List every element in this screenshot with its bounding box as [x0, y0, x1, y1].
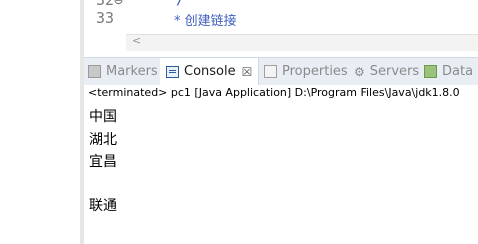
console-output-line: 湖北 [89, 132, 117, 148]
close-icon[interactable]: ☒ [242, 65, 253, 79]
console-output-line: 中国 [89, 109, 117, 125]
tab-label: Markers [106, 64, 158, 79]
console-view[interactable]: <terminated> pc1 [Java Application] D:\P… [84, 85, 478, 244]
code-line-prev[interactable]: / [176, 0, 185, 8]
view-tab-bar: Markers Console ☒ Properties ⚙ Servers D… [84, 57, 478, 86]
line-number: 33 [96, 9, 115, 27]
code-line-comment[interactable]: * 创建链接 [174, 10, 237, 29]
horizontal-scrollbar[interactable]: < [126, 34, 478, 51]
console-icon [166, 65, 179, 78]
tab-console[interactable]: Console ☒ [160, 58, 260, 85]
servers-icon: ⚙ [354, 65, 365, 79]
left-panel [0, 0, 80, 244]
console-status-line: <terminated> pc1 [Java Application] D:\P… [88, 86, 460, 99]
markers-icon [88, 65, 101, 78]
properties-icon [264, 65, 277, 78]
tab-markers[interactable]: Markers [88, 58, 158, 85]
data-source-icon [424, 65, 437, 78]
tab-data-source[interactable]: Data S [424, 58, 478, 85]
line-number-prev: 32⊖ [96, 0, 124, 9]
console-output-line: 联通 [89, 198, 117, 214]
line-number-gutter: 32⊖ 33 [84, 0, 126, 34]
tab-label: Console [184, 64, 236, 79]
code-editor[interactable]: 32⊖ 33 / * 创建链接 < [84, 0, 478, 51]
tab-properties[interactable]: Properties [264, 58, 348, 85]
tab-label: Data S [442, 64, 478, 79]
console-output-line: 宜昌 [89, 154, 117, 170]
tab-servers[interactable]: ⚙ Servers [354, 58, 419, 85]
tab-label: Properties [282, 64, 348, 79]
scroll-left-icon[interactable]: < [132, 34, 141, 47]
tab-label: Servers [369, 64, 420, 79]
